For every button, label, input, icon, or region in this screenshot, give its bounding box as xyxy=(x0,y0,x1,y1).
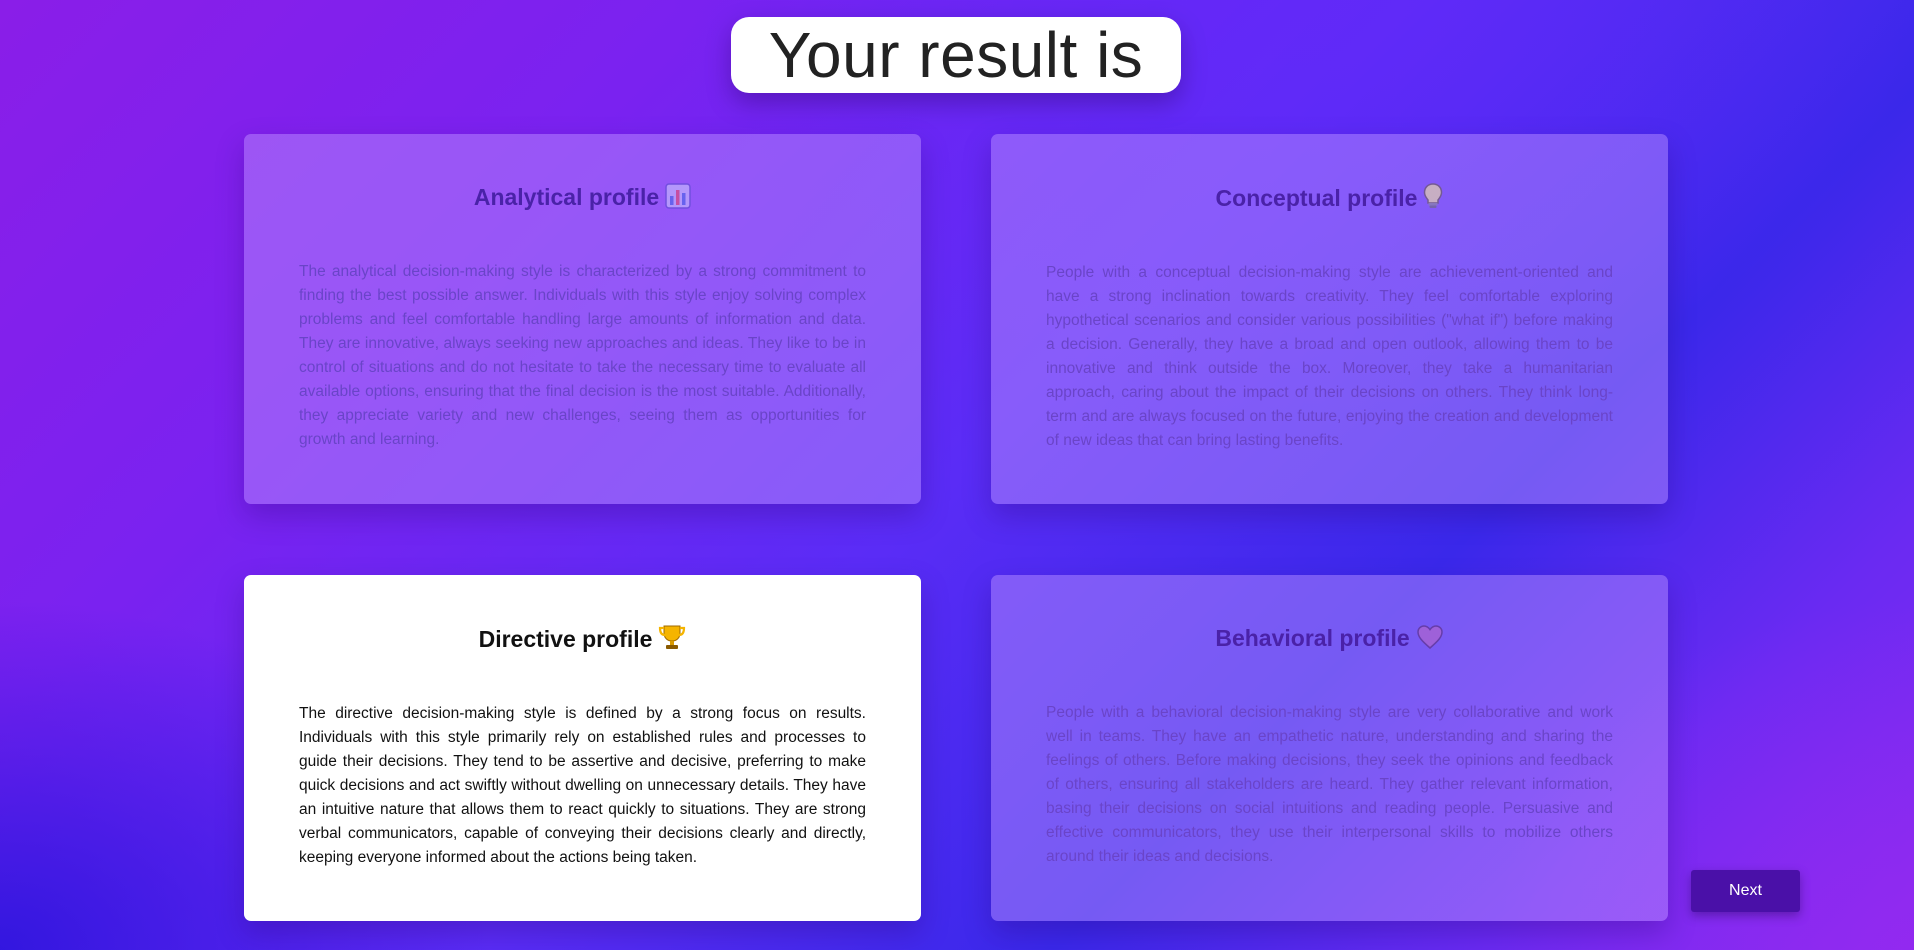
conceptual-profile-card: Conceptual profile People with a concept… xyxy=(991,134,1668,504)
conceptual-profile-heading: Conceptual profile xyxy=(1046,182,1613,217)
heart-icon xyxy=(1416,624,1444,657)
light-bulb-icon xyxy=(1423,182,1443,217)
directive-profile-description: The directive decision-making style is d… xyxy=(299,705,866,866)
conceptual-profile-description: People with a conceptual decision-making… xyxy=(1046,264,1613,449)
behavioral-profile-description: People with a behavioral decision-making… xyxy=(1046,704,1613,865)
conceptual-profile-title: Conceptual profile xyxy=(1215,185,1418,211)
analytical-profile-heading: Analytical profile xyxy=(299,182,866,216)
analytical-profile-title: Analytical profile xyxy=(473,184,660,210)
next-button[interactable]: Next xyxy=(1691,870,1800,912)
behavioral-profile-heading: Behavioral profile xyxy=(1046,623,1613,657)
directive-profile-title: Directive profile xyxy=(478,626,653,652)
page-title: Your result is xyxy=(768,19,1144,91)
analytical-profile-card: Analytical profile The analytical decisi… xyxy=(244,134,921,504)
behavioral-profile-card: Behavioral profile People with a behavio… xyxy=(991,575,1668,921)
directive-profile-heading: Directive profile xyxy=(299,623,866,658)
behavioral-profile-title: Behavioral profile xyxy=(1215,625,1410,651)
result-title-box: Your result is xyxy=(731,17,1181,93)
analytical-profile-description: The analytical decision-making style is … xyxy=(299,263,866,448)
trophy-icon xyxy=(658,623,686,658)
directive-profile-card: Directive profile The directive decision… xyxy=(244,575,921,921)
bar-chart-icon xyxy=(665,183,691,216)
